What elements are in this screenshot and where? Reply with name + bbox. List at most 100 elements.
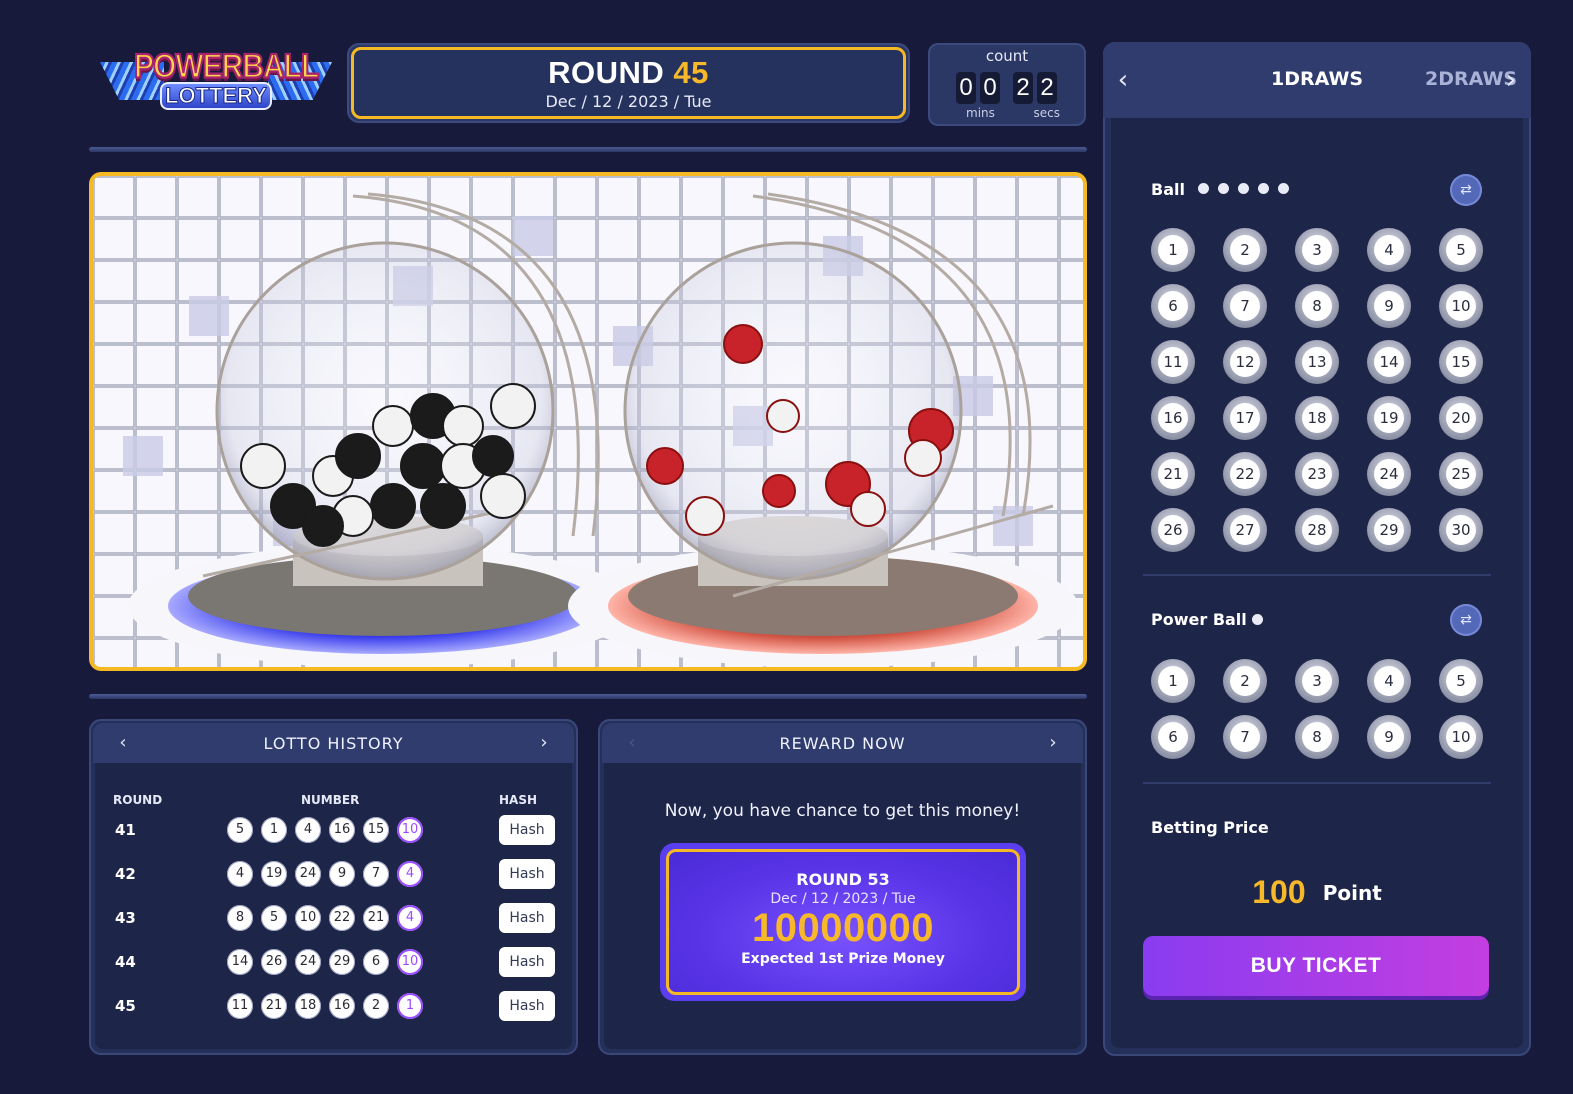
buy-ticket-button[interactable]: BUY TICKET — [1143, 936, 1489, 996]
ball-button[interactable]: 25 — [1439, 452, 1483, 496]
ball-button[interactable]: 8 — [1295, 284, 1339, 328]
history-numbers: 5 1 4 16 15 10 — [227, 817, 423, 843]
ball-number: 17 — [1230, 403, 1260, 433]
reward-body: Now, you have chance to get this money! … — [604, 763, 1081, 1049]
history-round: 42 — [115, 865, 136, 883]
hash-button[interactable]: Hash — [499, 947, 555, 977]
countdown-digits: 0 0 2 2 — [956, 72, 1057, 104]
ball-button[interactable]: 12 — [1223, 340, 1267, 384]
history-row: 41 5 1 4 16 15 10 Hash — [95, 813, 572, 847]
draws-prev-chevron-left-icon[interactable]: ‹ — [1111, 67, 1135, 93]
history-ball: 16 — [329, 817, 355, 843]
lotto-history-panel: ‹ LOTTO HISTORY › ROUND NUMBER HASH 41 5 1… — [89, 719, 578, 1055]
ticket-panel: ‹ 1DRAWS 2DRAWS › Ball ⇄ 1 2 3 4 5 6 7 8 9 10 11 12… — [1103, 42, 1531, 1056]
ball-button[interactable]: 21 — [1151, 452, 1195, 496]
ball-number: 18 — [1302, 403, 1332, 433]
power-ball-button[interactable]: 5 — [1439, 659, 1483, 703]
ball-number: 15 — [1446, 347, 1476, 377]
history-round: 44 — [115, 953, 136, 971]
ball-button[interactable]: 26 — [1151, 508, 1195, 552]
power-ball-button[interactable]: 3 — [1295, 659, 1339, 703]
history-next-chevron-right-icon[interactable]: › — [532, 731, 556, 755]
prize-round: ROUND 53 — [796, 870, 890, 889]
ball-button[interactable]: 7 — [1223, 284, 1267, 328]
ball-number: 9 — [1374, 291, 1404, 321]
history-ball: 8 — [227, 905, 253, 931]
ball-button[interactable]: 11 — [1151, 340, 1195, 384]
ball-number: 14 — [1374, 347, 1404, 377]
reward-title: REWARD NOW — [779, 734, 906, 753]
round-header-inner: ROUND 45 Dec / 12 / 2023 / Tue — [351, 47, 906, 119]
ball-number: 24 — [1374, 459, 1404, 489]
ball-button[interactable]: 2 — [1223, 228, 1267, 272]
logo-text-lottery: LOTTERY — [160, 82, 272, 110]
ball-button[interactable]: 24 — [1367, 452, 1411, 496]
ball-number: 25 — [1446, 459, 1476, 489]
power-ball-number: 2 — [1230, 666, 1260, 696]
countdown-label: count — [985, 47, 1029, 65]
countdown-digit: 2 — [1037, 72, 1057, 104]
draws-next-chevron-right-icon[interactable]: › — [1499, 67, 1523, 93]
ball-button[interactable]: 18 — [1295, 396, 1339, 440]
draws-tab-bar: ‹ 1DRAWS 2DRAWS › — [1103, 42, 1531, 118]
ball-number: 11 — [1158, 347, 1188, 377]
power-ball-button[interactable]: 9 — [1367, 715, 1411, 759]
reward-next-chevron-right-icon[interactable]: › — [1041, 731, 1065, 755]
ball-button[interactable]: 4 — [1367, 228, 1411, 272]
power-ball-button[interactable]: 7 — [1223, 715, 1267, 759]
ball-button[interactable]: 13 — [1295, 340, 1339, 384]
ball-button[interactable]: 17 — [1223, 396, 1267, 440]
history-title: LOTTO HISTORY — [263, 734, 404, 753]
ball-number: 6 — [1158, 291, 1188, 321]
ball-button[interactable]: 10 — [1439, 284, 1483, 328]
ball-shuffle-icon[interactable]: ⇄ — [1450, 174, 1482, 206]
betting-price-unit: Point — [1322, 880, 1382, 905]
power-ball-button[interactable]: 2 — [1223, 659, 1267, 703]
power-ball-button[interactable]: 10 — [1439, 715, 1483, 759]
ball-button[interactable]: 23 — [1295, 452, 1339, 496]
ball-button[interactable]: 9 — [1367, 284, 1411, 328]
ball-button[interactable]: 16 — [1151, 396, 1195, 440]
ball-button[interactable]: 30 — [1439, 508, 1483, 552]
ball-button[interactable]: 3 — [1295, 228, 1339, 272]
ball-button[interactable]: 15 — [1439, 340, 1483, 384]
ball-button[interactable]: 14 — [1367, 340, 1411, 384]
power-ball-button[interactable]: 8 — [1295, 715, 1339, 759]
ball-button[interactable]: 6 — [1151, 284, 1195, 328]
hash-button[interactable]: Hash — [499, 903, 555, 933]
hash-button[interactable]: Hash — [499, 859, 555, 889]
hash-button[interactable]: Hash — [499, 991, 555, 1021]
power-ball-shuffle-icon[interactable]: ⇄ — [1450, 604, 1482, 636]
power-ball-button[interactable]: 4 — [1367, 659, 1411, 703]
power-ball-number: 9 — [1374, 722, 1404, 752]
power-ball-button[interactable]: 1 — [1151, 659, 1195, 703]
history-ball: 21 — [363, 905, 389, 931]
round-number: 45 — [673, 55, 709, 90]
history-ball: 7 — [363, 861, 389, 887]
ball-button[interactable]: 5 — [1439, 228, 1483, 272]
power-ball-button[interactable]: 6 — [1151, 715, 1195, 759]
ball-button[interactable]: 27 — [1223, 508, 1267, 552]
history-ball: 5 — [261, 905, 287, 931]
history-ball: 15 — [363, 817, 389, 843]
ball-button[interactable]: 22 — [1223, 452, 1267, 496]
section-separator — [1143, 782, 1491, 784]
column-header-hash: HASH — [499, 793, 538, 807]
ball-button[interactable]: 29 — [1367, 508, 1411, 552]
hash-button[interactable]: Hash — [499, 815, 555, 845]
column-header-round: ROUND — [113, 793, 163, 807]
history-round: 43 — [115, 909, 136, 927]
ball-button[interactable]: 19 — [1367, 396, 1411, 440]
ball-button[interactable]: 20 — [1439, 396, 1483, 440]
history-power-ball: 4 — [397, 905, 423, 931]
countdown-digit: 2 — [1013, 72, 1033, 104]
ball-number: 20 — [1446, 403, 1476, 433]
ball-button[interactable]: 28 — [1295, 508, 1339, 552]
middle-divider — [89, 694, 1087, 699]
power-ball-label: Power Ball — [1151, 610, 1247, 629]
tab-1draws[interactable]: 1DRAWS — [1271, 68, 1363, 90]
power-ball-pick-indicator — [1252, 614, 1263, 625]
draw-machine-view — [89, 172, 1087, 671]
ball-button[interactable]: 1 — [1151, 228, 1195, 272]
history-ball: 9 — [329, 861, 355, 887]
